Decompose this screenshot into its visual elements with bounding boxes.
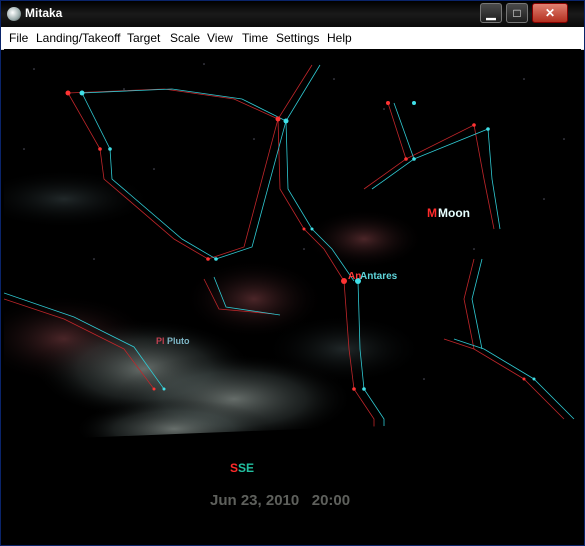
direction-label-red: S [230, 461, 239, 475]
milky-way [4, 169, 424, 459]
menu-view[interactable]: View [207, 31, 233, 45]
minimize-button[interactable]: ▁ [480, 3, 502, 23]
menu-landing-takeoff[interactable]: Landing/Takeoff [36, 31, 121, 45]
time-text: 20:00 [311, 492, 351, 509]
date-time-display: Jun 23, 2010 20:00 [210, 492, 350, 509]
menu-scale[interactable]: Scale [170, 31, 200, 45]
menu-file[interactable]: File [9, 31, 28, 45]
mitaka-app-icon[interactable] [7, 7, 21, 21]
menu-settings[interactable]: Settings [276, 31, 319, 45]
sky-viewport[interactable]: M Moon An Antares Pl Pluto S SE Jun 23, … [4, 49, 581, 542]
maximize-button[interactable]: □ [506, 3, 528, 23]
direction-label: SE [238, 461, 255, 475]
moon-label[interactable]: Moon [438, 206, 470, 220]
pluto-label-red: Pl [156, 336, 165, 346]
app-window: Mitaka ▁ □ ✕ File Landing/Takeoff Target… [0, 0, 585, 546]
title-bar[interactable]: Mitaka ▁ □ ✕ [1, 1, 584, 27]
close-button[interactable]: ✕ [532, 3, 568, 23]
moon-label-red: M [427, 206, 437, 220]
ground [4, 439, 581, 542]
window-title: Mitaka [25, 6, 63, 20]
menu-help[interactable]: Help [327, 31, 352, 45]
date-text: Jun 23, 2010 [210, 492, 300, 509]
menu-target[interactable]: Target [127, 31, 160, 45]
antares-label[interactable]: Antares [360, 271, 397, 282]
pluto-label[interactable]: Pluto [167, 336, 190, 346]
menu-time[interactable]: Time [242, 31, 268, 45]
menu-bar: File Landing/Takeoff Target Scale View T… [1, 27, 584, 50]
